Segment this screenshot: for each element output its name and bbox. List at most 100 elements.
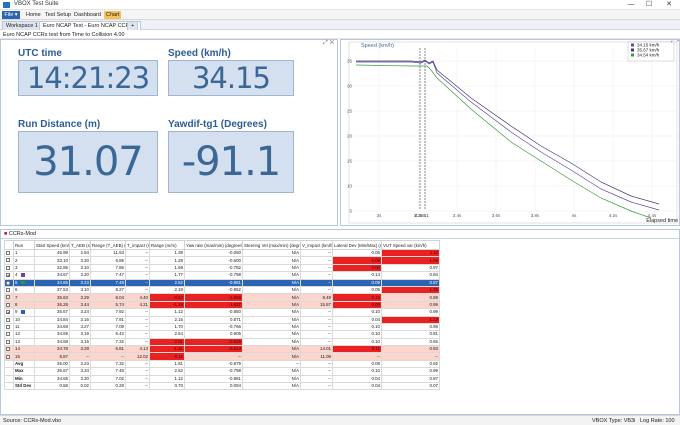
stat-label: Min xyxy=(13,374,35,384)
row-checkbox[interactable] xyxy=(6,258,10,263)
row-checkbox-cell[interactable] xyxy=(4,256,14,265)
column-header[interactable]: T_impact (s) xyxy=(125,240,150,250)
column-header[interactable]: T_AEB (s) xyxy=(69,240,91,250)
row-checkbox[interactable] xyxy=(6,287,10,292)
close-button[interactable]: ✕ xyxy=(662,0,676,10)
table-row[interactable]: ✔ 4 34.67 3.20 7.47 -- 1.77 -0.798 N/A -- 0.14 0.84 xyxy=(4,271,440,280)
x-tick-label: 4.2s xyxy=(609,213,618,218)
row-checkbox-cell[interactable] xyxy=(4,315,14,324)
table-row[interactable]: 10 34.84 3.16 7.91 -- 2.15 0.871 N/A -- 0.04 1.13 xyxy=(4,315,440,324)
table-row[interactable]: 14 34.78 3.28 6.81 4.13 -1.21 -0.813 N/A 14.01 0.… xyxy=(4,345,440,354)
row-checkbox[interactable] xyxy=(6,339,10,344)
row-checkbox[interactable]: ✔ xyxy=(6,280,10,285)
row-checkbox-cell[interactable]: ✔ xyxy=(4,278,14,287)
add-tab-button[interactable]: + xyxy=(127,21,139,30)
row-checkbox[interactable] xyxy=(6,347,10,352)
table-row[interactable]: 12 34.69 3.19 6.42 -- 2.54 0.905 N/A -- 0.10 0.81 xyxy=(4,330,440,339)
table-cell: -- xyxy=(300,308,333,317)
row-checkbox-cell[interactable] xyxy=(4,337,14,347)
row-checkbox-cell[interactable] xyxy=(4,263,14,273)
row-checkbox[interactable] xyxy=(6,251,10,256)
expand-icon[interactable]: ⤢ ✕ xyxy=(323,40,334,47)
row-checkbox-cell[interactable] xyxy=(4,285,14,295)
table-cell: -0.11 xyxy=(149,352,185,361)
stat-value: 1.81 xyxy=(149,359,185,369)
row-checkbox[interactable] xyxy=(6,354,10,359)
table-row[interactable]: ✔ 9 35.67 3.24 7.92 -- 1.12 -0.850 N/A -- 0.10 0.99 xyxy=(4,308,440,317)
table-row[interactable]: 7 35.63 3.29 8.04 4.40 -0.54 -1.558 N/A 8.49 0.12… xyxy=(4,293,440,302)
menu-test-setup[interactable]: Test Setup xyxy=(43,11,73,19)
table-row[interactable]: ✔ 5 34.65 3.23 7.48 -- 2.52 -0.981 N/A -- 0.09 0.87 xyxy=(4,278,440,287)
column-header[interactable]: Start Speed (km/h) xyxy=(34,240,70,250)
table-row[interactable]: 13 34.68 3.15 7.32 -- 2.01 -0.926 N/A -- 0.10 0.65 xyxy=(4,337,440,347)
row-checkbox[interactable] xyxy=(6,317,10,322)
tab-workspace[interactable]: Workspace 1 xyxy=(2,21,42,30)
stat-value: 0.10 xyxy=(332,367,382,376)
column-header[interactable]: Range (m/m) xyxy=(149,240,185,250)
column-header[interactable]: Range (T_AEB) (m) xyxy=(90,240,126,250)
cell-value: 45.99 xyxy=(57,250,68,256)
tab-euro-ncap[interactable]: Euro NCAP Test - Euro NCAP CCRs 1 xyxy=(39,21,141,30)
table-row[interactable]: 6 37.53 3.10 8.27 -- 2.19 -0.952 N/A -- 0.05 1.35 xyxy=(4,285,440,295)
table-row[interactable]: 15 8.87 -- -- 12.02 -0.11 -- N/A 11.09 -- -- xyxy=(4,352,440,361)
stat-value: 0.04 xyxy=(332,382,382,391)
table-row[interactable]: 11 34.68 3.27 7.09 -- 1.70 -0.766 N/A -- 0.10 0.98 xyxy=(4,322,440,332)
speed-label: Speed (km/h) xyxy=(168,48,231,59)
row-checkbox-cell[interactable] xyxy=(4,330,14,339)
row-checkbox-cell[interactable] xyxy=(4,322,14,332)
maximize-button[interactable]: ☐ xyxy=(642,0,656,10)
row-checkbox-cell[interactable]: ✔ xyxy=(4,271,14,280)
row-checkbox-cell[interactable] xyxy=(4,293,14,302)
column-header[interactable]: Yaw rate (max/min) (degree/s) xyxy=(184,240,243,250)
table-panel-title: CCRs-Mod xyxy=(8,231,37,237)
column-header[interactable]: Steering Vel (max/min) (degree/s) xyxy=(242,240,301,250)
row-checkbox-cell[interactable] xyxy=(4,352,14,361)
row-checkbox-cell[interactable] xyxy=(4,248,14,258)
menu-dashboard[interactable]: Dashboard xyxy=(72,11,103,19)
menu-home[interactable]: Home xyxy=(24,11,43,19)
run-number-cell: 2 xyxy=(13,256,35,265)
row-checkbox[interactable]: ✔ xyxy=(6,273,10,278)
minimize-button[interactable]: — xyxy=(624,0,638,10)
stat-value: 35.00 xyxy=(34,359,70,369)
column-header[interactable] xyxy=(4,240,14,250)
table-cell: -- xyxy=(184,352,243,361)
column-header[interactable]: Lateral Dev (Min/Max) (m) xyxy=(332,240,382,250)
cell-value: -0.600 xyxy=(228,257,241,263)
table-cell: 36.28 xyxy=(34,300,70,310)
row-checkbox[interactable] xyxy=(6,302,10,307)
table-row[interactable]: 3 32.85 3.10 7.86 -- 1.69 -0.782 N/A -- 0.06 0.97 xyxy=(4,263,440,273)
menu-chart[interactable]: Chart xyxy=(104,11,122,19)
table-row[interactable]: 1 45.99 2.84 11.53 -- 1.39 -0.050 N/A -- 0.06 1.11 xyxy=(4,248,440,258)
cell-value: 3.20 xyxy=(80,257,89,263)
table-cell: 1.12 xyxy=(149,308,185,317)
table-row[interactable]: 8 36.28 3.44 5.74 4.21 -1.18 -1.637 N/A 15.87 0.0… xyxy=(4,300,440,310)
cell-value: 4.13 xyxy=(139,346,148,352)
column-header[interactable]: VUT Speed var (km/h) xyxy=(381,240,440,250)
row-checkbox[interactable] xyxy=(6,265,10,270)
table-cell: 4.40 xyxy=(125,293,150,302)
table-cell: -- xyxy=(300,322,333,332)
row-checkbox-cell[interactable] xyxy=(4,300,14,310)
row-checkbox[interactable] xyxy=(6,324,10,329)
row-checkbox-cell[interactable] xyxy=(4,345,14,354)
row-checkbox[interactable] xyxy=(6,332,10,337)
file-menu-button[interactable]: File ▾ xyxy=(2,11,20,19)
table-cell: -0.952 xyxy=(184,285,243,295)
table-row[interactable]: 2 33.10 3.20 6.85 -- 1.28 -0.600 N/A -- 0.09 1.09 xyxy=(4,256,440,265)
stat-value: -- xyxy=(125,367,150,376)
run-distance-label: Run Distance (m) xyxy=(18,119,101,130)
legend-swatch xyxy=(631,53,634,57)
table-cell: 2.15 xyxy=(149,315,185,324)
row-checkbox[interactable] xyxy=(6,295,10,300)
y-axis-label: Speed (km/h) xyxy=(361,43,394,49)
column-header[interactable]: Run xyxy=(13,240,35,250)
graph-panel-icons[interactable]: ⤢ ✕ xyxy=(671,40,679,44)
speed-chart[interactable]: Speed (km/h) 3530252015105 3s 3.2s 3.4s 3.6… xyxy=(341,40,679,225)
cell-value: N/A xyxy=(291,287,299,293)
row-checkbox-cell[interactable]: ✔ xyxy=(4,308,14,317)
row-checkbox[interactable]: ✔ xyxy=(6,310,10,315)
column-header[interactable]: V_impact (km/h) xyxy=(300,240,333,250)
table-cell: 3.28 xyxy=(69,345,91,354)
cell-value: 0.10 xyxy=(371,309,380,315)
